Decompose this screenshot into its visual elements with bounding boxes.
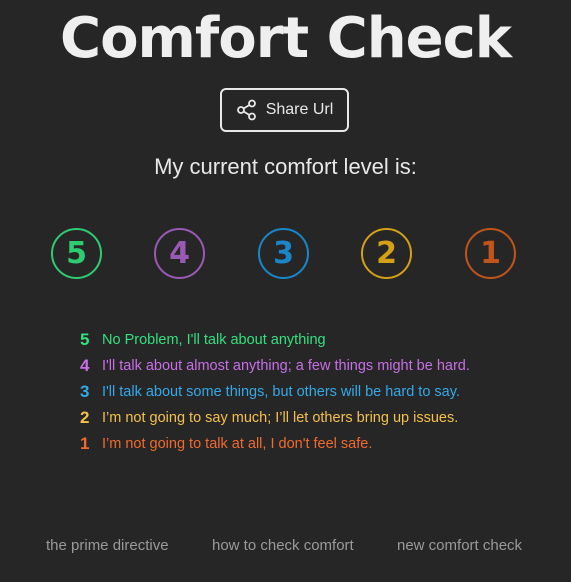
share-url-button[interactable]: Share Url <box>220 88 349 132</box>
comfort-legend: 5 No Problem, I'll talk about anything 4… <box>80 327 470 457</box>
legend-number: 3 <box>80 382 90 401</box>
legend-item: 1 I’m not going to talk at all, I don't … <box>80 431 470 457</box>
legend-number: 4 <box>80 356 90 375</box>
share-icon <box>236 99 258 121</box>
legend-item: 5 No Problem, I'll talk about anything <box>80 327 470 353</box>
page-title: Comfort Check <box>59 6 512 71</box>
legend-number: 5 <box>80 330 90 349</box>
legend-item: 4 I'll talk about almost anything; a few… <box>80 353 470 379</box>
level-4-button[interactable]: 4 <box>154 228 205 279</box>
share-url-label: Share Url <box>265 101 334 118</box>
legend-description: I'll talk about almost anything; a few t… <box>102 358 470 374</box>
legend-number: 1 <box>80 434 90 453</box>
comfort-prompt: My current comfort level is: <box>154 154 417 179</box>
legend-description: No Problem, I'll talk about anything <box>102 332 326 348</box>
footer-link-prime-directive[interactable]: the prime directive <box>46 537 169 554</box>
legend-description: I’m not going to say much; I’ll let othe… <box>102 410 459 426</box>
footer-link-new-comfort-check[interactable]: new comfort check <box>397 537 522 554</box>
legend-description: I’m not going to talk at all, I don't fe… <box>102 436 373 452</box>
legend-description: I'll talk about some things, but others … <box>102 384 460 400</box>
level-3-button[interactable]: 3 <box>258 228 309 279</box>
level-2-button[interactable]: 2 <box>361 228 412 279</box>
legend-number: 2 <box>80 408 90 427</box>
legend-item: 2 I’m not going to say much; I’ll let ot… <box>80 405 470 431</box>
footer-link-how-to-check-comfort[interactable]: how to check comfort <box>212 537 354 554</box>
level-5-button[interactable]: 5 <box>51 228 102 279</box>
legend-item: 3 I'll talk about some things, but other… <box>80 379 470 405</box>
page: Comfort Check Share Url My current comfo… <box>0 0 571 582</box>
level-1-button[interactable]: 1 <box>465 228 516 279</box>
